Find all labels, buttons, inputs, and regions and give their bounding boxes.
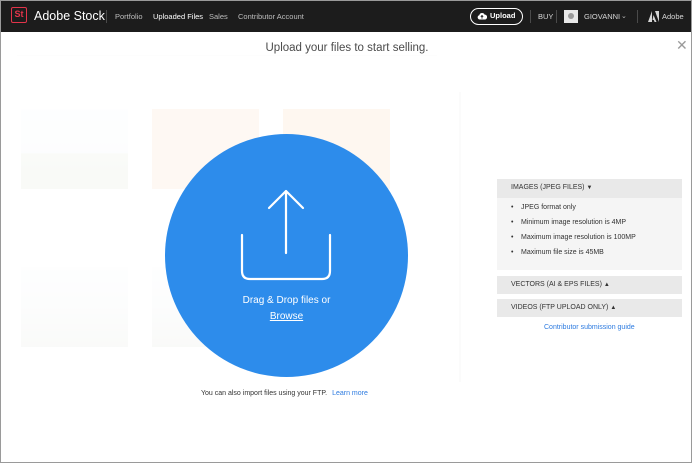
learn-more-link[interactable]: Learn more — [332, 390, 368, 397]
upload-label: Upload — [490, 11, 516, 20]
upload-button[interactable]: Upload — [470, 8, 523, 25]
ftp-text: You can also import files using your FTP… — [201, 390, 328, 397]
vectors-section-title: VECTORS (AI & EPS FILES) — [511, 281, 602, 288]
adobe-stock-logo[interactable]: St — [11, 7, 27, 23]
top-navigation-bar: St Adobe Stock Portfolio Uploaded Files … — [1, 1, 691, 32]
chevron-up-icon: ▲ — [610, 305, 617, 311]
nav-portfolio[interactable]: Portfolio — [115, 12, 143, 21]
nav-divider — [637, 10, 638, 23]
nav-uploaded-files[interactable]: Uploaded Files — [153, 12, 203, 21]
images-requirements-list: JPEG format only Minimum image resolutio… — [497, 198, 682, 270]
buy-link[interactable]: BUY — [538, 12, 553, 21]
app-title[interactable]: Adobe Stock — [34, 9, 105, 23]
images-section-header[interactable]: IMAGES (JPEG FILES) ▼ — [497, 179, 682, 198]
chevron-down-icon: ▼ — [586, 185, 593, 191]
cloud-upload-icon — [477, 12, 487, 20]
vectors-section-header[interactable]: VECTORS (AI & EPS FILES) ▲ — [497, 276, 682, 294]
nav-divider — [106, 10, 107, 23]
images-section-title: IMAGES (JPEG FILES) — [511, 184, 585, 191]
submission-guide-link[interactable]: Contributor submission guide — [544, 324, 635, 331]
avatar[interactable] — [564, 10, 578, 23]
nav-sales[interactable]: Sales — [209, 12, 228, 21]
chevron-up-icon: ▲ — [603, 282, 610, 288]
nav-contributor-account[interactable]: Contributor Account — [238, 12, 304, 21]
list-item: JPEG format only — [511, 204, 576, 211]
adobe-logo-icon[interactable] — [648, 11, 659, 22]
nav-divider — [530, 10, 531, 23]
browse-link[interactable]: Browse — [165, 311, 408, 322]
close-icon[interactable]: ✕ — [676, 37, 688, 54]
upload-arrow-icon — [240, 189, 332, 281]
videos-section-title: VIDEOS (FTP UPLOAD ONLY) — [511, 304, 609, 311]
drop-instruction: Drag & Drop files or — [242, 295, 331, 306]
user-name[interactable]: GIOVANNI — [584, 12, 620, 21]
list-item: Maximum image resolution is 100MP — [511, 234, 636, 241]
adobe-label[interactable]: Adobe — [662, 12, 684, 21]
videos-section-header[interactable]: VIDEOS (FTP UPLOAD ONLY) ▲ — [497, 299, 682, 317]
ftp-note: You can also import files using your FTP… — [201, 390, 368, 397]
list-item: Minimum image resolution is 4MP — [511, 219, 626, 226]
nav-divider — [556, 10, 557, 23]
modal-title: Upload your files to start selling. — [265, 42, 429, 54]
list-item: Maximum file size is 45MB — [511, 249, 604, 256]
chevron-down-icon[interactable]: ⌄ — [621, 12, 627, 20]
